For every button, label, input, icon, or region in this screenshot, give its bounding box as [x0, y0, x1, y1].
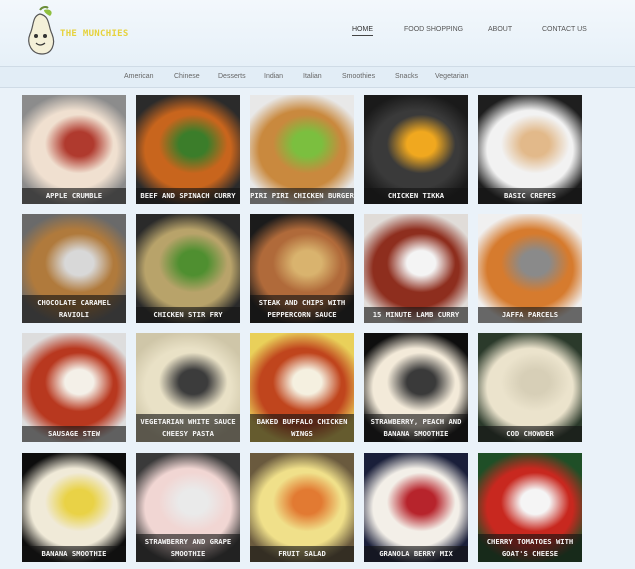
recipe-tile[interactable]: Baked Buffalo Chicken Wings [250, 333, 354, 442]
recipe-title: Granola Berry Mix [364, 546, 468, 562]
nav-link-home[interactable]: HOME [352, 26, 373, 36]
main-nav: HOME FOOD SHOPPING ABOUT CONTACT US [0, 26, 635, 38]
recipe-title: Jaffa Parcels [478, 307, 582, 323]
recipe-tile[interactable]: Basic Crepes [478, 95, 582, 204]
nav-link-about[interactable]: ABOUT [488, 26, 512, 33]
category-link-chinese[interactable]: Chinese [174, 73, 200, 80]
nav-link-food-shopping[interactable]: FOOD SHOPPING [404, 26, 463, 33]
recipe-title: Steak and Chips with Peppercorn Sauce [250, 295, 354, 323]
recipe-tile[interactable]: Piri Piri Chicken Burger [250, 95, 354, 204]
recipe-title: Basic Crepes [478, 188, 582, 204]
recipe-title: Sausage Stew [22, 426, 126, 442]
recipe-tile[interactable]: Banana Smoothie [22, 453, 126, 562]
category-link-vegetarian[interactable]: Vegetarian [435, 73, 468, 80]
recipe-tile[interactable]: Strawberry and Grape Smoothie [136, 453, 240, 562]
recipe-tile[interactable]: Strawberry, Peach and Banana Smoothie [364, 333, 468, 442]
category-link-indian[interactable]: Indian [264, 73, 283, 80]
recipe-title: Chicken Tikka [364, 188, 468, 204]
recipe-title: 15 Minute Lamb Curry [364, 307, 468, 323]
recipe-title: Cod Chowder [478, 426, 582, 442]
recipe-tile[interactable]: Apple Crumble [22, 95, 126, 204]
recipe-tile[interactable]: Jaffa Parcels [478, 214, 582, 323]
category-bar: American Chinese Desserts Indian Italian Smoo… [0, 66, 635, 88]
recipe-title: Cherry Tomatoes with Goat's Cheese [478, 534, 582, 562]
recipe-tile[interactable]: Sausage Stew [22, 333, 126, 442]
recipe-title: Vegetarian White Sauce Cheesy Pasta [136, 414, 240, 442]
recipe-title: Chicken Stir Fry [136, 307, 240, 323]
recipe-tile[interactable]: Beef and Spinach Curry [136, 95, 240, 204]
recipe-tile[interactable]: Vegetarian White Sauce Cheesy Pasta [136, 333, 240, 442]
recipe-tile[interactable]: 15 Minute Lamb Curry [364, 214, 468, 323]
nav-link-contact-us[interactable]: CONTACT US [542, 26, 587, 33]
category-link-american[interactable]: American [124, 73, 154, 80]
category-link-italian[interactable]: Italian [303, 73, 322, 80]
recipe-tile[interactable]: Fruit Salad [250, 453, 354, 562]
recipe-title: Strawberry and Grape Smoothie [136, 534, 240, 562]
recipe-tile[interactable]: Chocolate Caramel Ravioli [22, 214, 126, 323]
recipe-tile[interactable]: Granola Berry Mix [364, 453, 468, 562]
recipe-title: Banana Smoothie [22, 546, 126, 562]
category-link-desserts[interactable]: Desserts [218, 73, 246, 80]
recipe-title: Beef and Spinach Curry [136, 188, 240, 204]
site-header: THE MUNCHIES HOME FOOD SHOPPING ABOUT CONTA… [0, 0, 635, 66]
recipe-title: Strawberry, Peach and Banana Smoothie [364, 414, 468, 442]
category-link-smoothies[interactable]: Smoothies [342, 73, 375, 80]
recipe-tile[interactable]: Cherry Tomatoes with Goat's Cheese [478, 453, 582, 562]
category-link-snacks[interactable]: Snacks [395, 73, 418, 80]
recipe-tile[interactable]: Chicken Tikka [364, 95, 468, 204]
recipe-tile[interactable]: Steak and Chips with Peppercorn Sauce [250, 214, 354, 323]
recipe-tile[interactable]: Chicken Stir Fry [136, 214, 240, 323]
recipe-tile[interactable]: Cod Chowder [478, 333, 582, 442]
recipe-title: Chocolate Caramel Ravioli [22, 295, 126, 323]
recipe-title: Apple Crumble [22, 188, 126, 204]
recipe-title: Piri Piri Chicken Burger [250, 188, 354, 204]
recipe-title: Baked Buffalo Chicken Wings [250, 414, 354, 442]
recipe-title: Fruit Salad [250, 546, 354, 562]
